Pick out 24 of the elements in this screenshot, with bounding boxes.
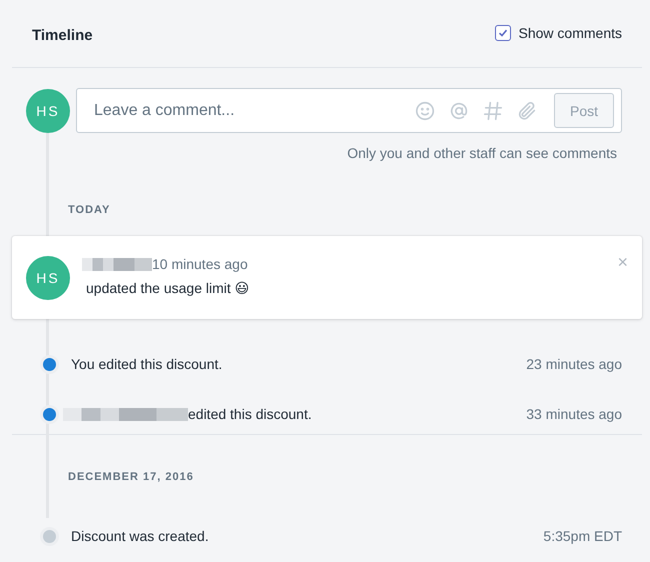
redacted-name [82,258,152,270]
hashtag-icon[interactable] [482,100,504,122]
attachment-icon[interactable] [516,100,538,122]
event-time: 33 minutes ago [526,406,622,422]
staff-note: Only you and other staff can see comments [346,144,618,161]
comment-text: updated the usage limit 😃 [86,280,250,297]
timeline-title: Timeline [32,27,93,44]
event-text: Discount was created. [71,528,209,544]
show-comments-label[interactable]: Show comments [518,24,622,40]
close-button[interactable]: × [617,252,628,273]
user-avatar: HS [26,256,70,300]
checkmark-icon [498,28,508,38]
comment-field[interactable]: Leave a comment... Post [76,88,622,133]
event-text: You edited this discount. [71,356,222,372]
user-avatar: HS [26,88,70,132]
event-text: edited this discount. [188,406,312,422]
event-time: 5:35pm EDT [543,528,622,544]
comment-time: 10 minutes ago [152,256,248,272]
event-time: 23 minutes ago [526,356,622,372]
post-button[interactable]: Post [554,93,614,128]
date-label: TODAY [68,204,110,216]
date-label: DECEMBER 17, 2016 [68,471,194,483]
emoji-icon[interactable] [414,100,436,122]
show-comments-checkbox[interactable] [494,24,511,40]
